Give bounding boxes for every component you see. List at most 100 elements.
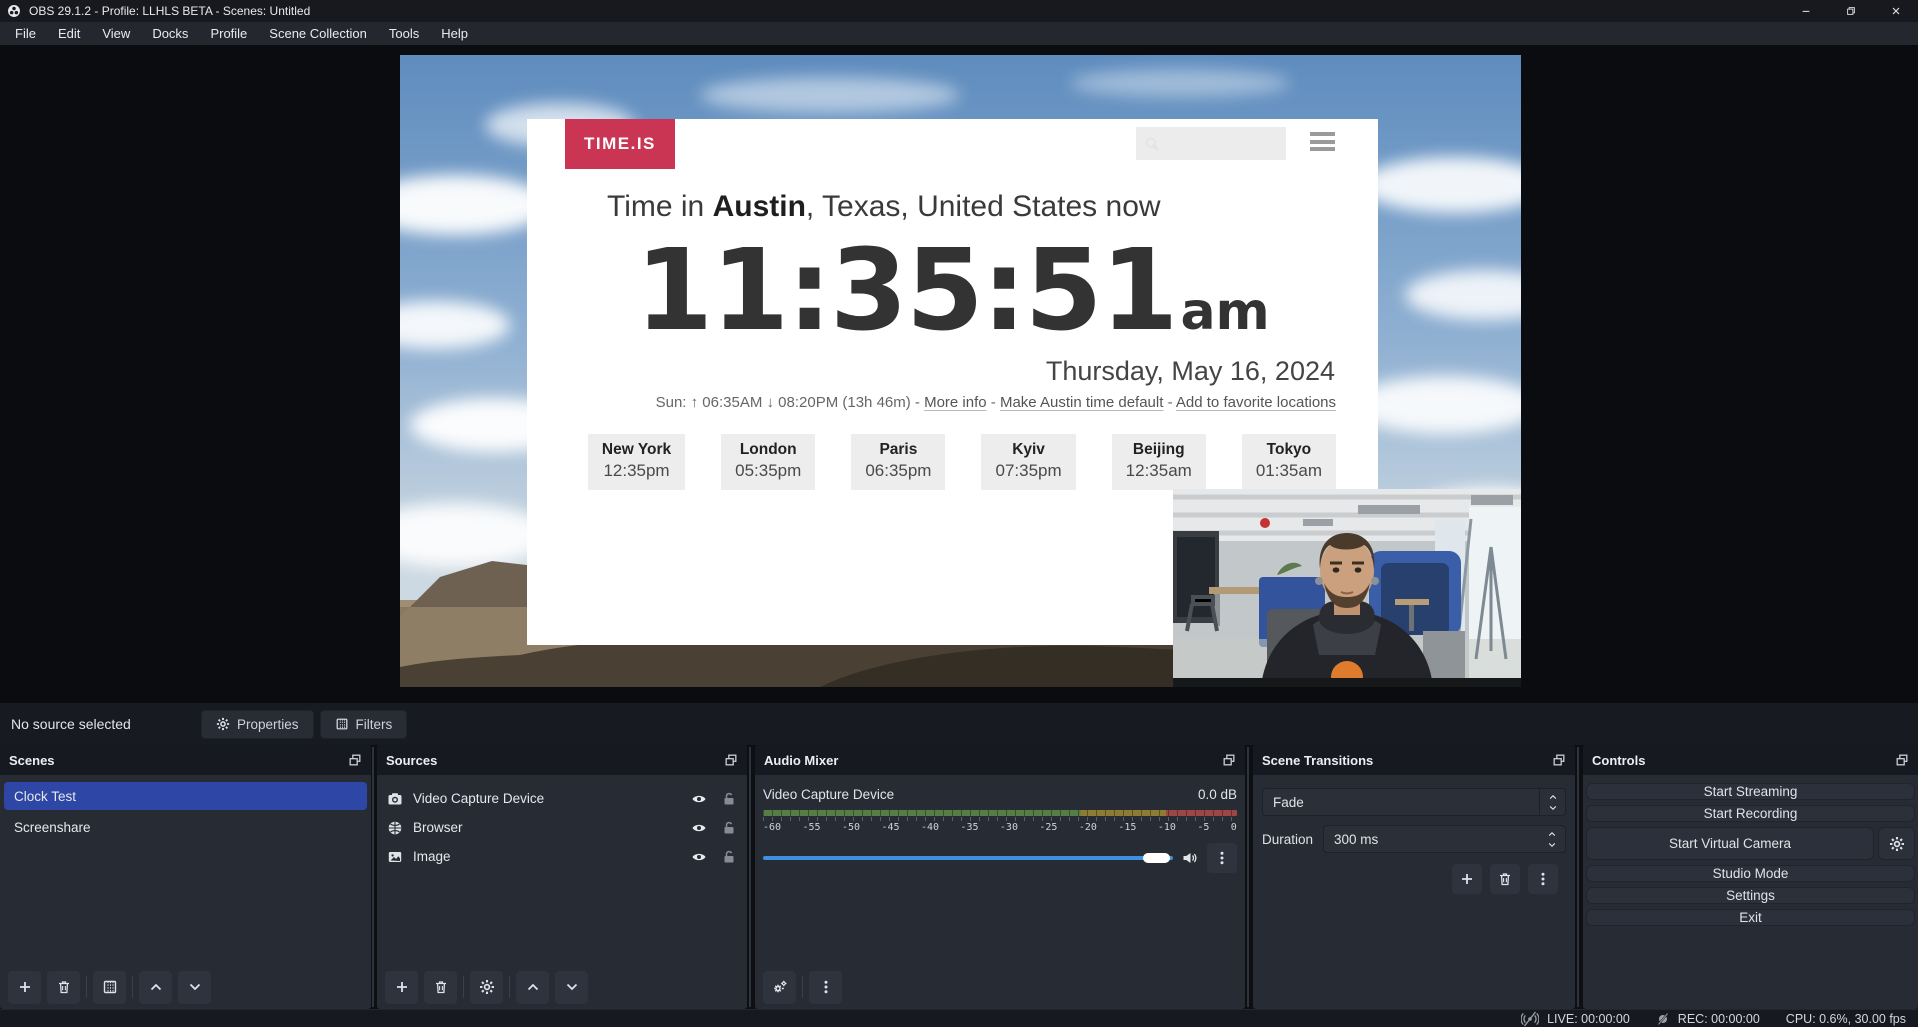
splitter[interactable] xyxy=(1247,747,1249,1007)
virtual-camera-config-button[interactable] xyxy=(1878,827,1915,860)
scene-filters-button[interactable] xyxy=(93,971,126,1004)
timeis-logo[interactable]: TIME.IS xyxy=(565,119,675,169)
start-recording-button[interactable]: Start Recording xyxy=(1586,805,1915,822)
menu-edit[interactable]: Edit xyxy=(47,22,91,45)
scene-transitions-panel: Scene Transitions Fade Duration 300 ms xyxy=(1253,745,1575,1009)
hamburger-menu-icon[interactable] xyxy=(1310,132,1335,151)
menu-docks[interactable]: Docks xyxy=(141,22,199,45)
properties-button[interactable]: Properties xyxy=(201,710,314,739)
restore-button[interactable] xyxy=(1828,0,1873,22)
source-item-image[interactable]: Image xyxy=(377,842,747,871)
city-card-kyiv[interactable]: Kyiv07:35pm xyxy=(981,434,1075,490)
start-virtual-camera-button[interactable]: Start Virtual Camera xyxy=(1586,827,1874,860)
volume-slider-handle[interactable] xyxy=(1143,853,1170,863)
favorite-locations-link[interactable]: Add to favorite locations xyxy=(1176,394,1336,411)
sun-info-row: Sun: ↑ 06:35AM ↓ 08:20PM (13h 46m) - Mor… xyxy=(569,394,1336,411)
add-scene-button[interactable] xyxy=(8,971,41,1004)
add-source-button[interactable] xyxy=(385,971,418,1004)
lock-icon[interactable] xyxy=(721,820,737,836)
remove-scene-button[interactable] xyxy=(47,971,80,1004)
scenes-panel-header[interactable]: Scenes xyxy=(0,745,371,775)
duration-spinbox[interactable]: 300 ms xyxy=(1323,825,1566,853)
lock-icon[interactable] xyxy=(721,849,737,865)
settings-button[interactable]: Settings xyxy=(1586,887,1915,904)
move-source-up-button[interactable] xyxy=(516,971,549,1004)
visibility-eye-icon[interactable] xyxy=(691,849,707,865)
splitter[interactable] xyxy=(749,747,751,1007)
minimize-button[interactable] xyxy=(1783,0,1828,22)
popout-icon[interactable] xyxy=(1552,753,1566,767)
popout-icon[interactable] xyxy=(1895,753,1909,767)
sources-toolbar xyxy=(377,965,747,1009)
toolbar-separator xyxy=(86,976,87,998)
popout-icon[interactable] xyxy=(724,753,738,767)
splitter[interactable] xyxy=(372,747,374,1007)
move-scene-down-button[interactable] xyxy=(178,971,211,1004)
scene-item-clock-test[interactable]: Clock Test xyxy=(4,782,367,810)
city-card-beijing[interactable]: Beijing12:35am xyxy=(1112,434,1206,490)
source-item-browser[interactable]: Browser xyxy=(377,813,747,842)
program-canvas[interactable]: TIME.IS Time in Austin, Texas, United St… xyxy=(400,55,1521,687)
city-card-tokyo[interactable]: Tokyo01:35am xyxy=(1242,434,1336,490)
splitter[interactable] xyxy=(1577,747,1579,1007)
scene-item-screenshare[interactable]: Screenshare xyxy=(4,813,367,841)
make-default-link[interactable]: Make Austin time default xyxy=(1000,394,1163,411)
scenes-panel: Scenes Clock Test Screenshare xyxy=(0,745,371,1009)
globe-icon xyxy=(387,820,403,836)
audio-mixer-header[interactable]: Audio Mixer xyxy=(755,745,1245,775)
advanced-audio-button[interactable] xyxy=(763,971,796,1004)
menu-file[interactable]: File xyxy=(4,22,47,45)
scene-list: Clock Test Screenshare xyxy=(0,775,371,841)
speaker-mute-icon[interactable] xyxy=(1182,850,1198,866)
volume-slider[interactable] xyxy=(763,856,1173,860)
mixer-options-button[interactable] xyxy=(809,971,842,1004)
studio-mode-button[interactable]: Studio Mode xyxy=(1586,865,1915,882)
filters-button[interactable]: Filters xyxy=(320,710,408,739)
sources-panel-header[interactable]: Sources xyxy=(377,745,747,775)
duration-label: Duration xyxy=(1262,832,1313,847)
visibility-eye-icon[interactable] xyxy=(691,791,707,807)
spin-arrows[interactable] xyxy=(1539,826,1565,852)
search-input[interactable] xyxy=(1136,127,1286,160)
webcam-video-source[interactable] xyxy=(1173,489,1521,687)
lock-icon[interactable] xyxy=(721,791,737,807)
city-card-london[interactable]: London05:35pm xyxy=(721,434,815,490)
obs-main-window: OBS 29.1.2 - Profile: LLHLS BETA - Scene… xyxy=(0,0,1918,1027)
city-card-new-york[interactable]: New York12:35pm xyxy=(588,434,685,490)
transitions-header[interactable]: Scene Transitions xyxy=(1253,745,1575,775)
scenes-toolbar xyxy=(0,965,371,1009)
exit-button[interactable]: Exit xyxy=(1586,909,1915,926)
menu-scene-collection[interactable]: Scene Collection xyxy=(258,22,378,45)
stream-inactive-icon xyxy=(1521,1011,1539,1027)
visibility-eye-icon[interactable] xyxy=(691,820,707,836)
channel-options-button[interactable] xyxy=(1207,843,1237,873)
popout-icon[interactable] xyxy=(348,753,362,767)
add-transition-button[interactable] xyxy=(1452,864,1482,894)
move-source-down-button[interactable] xyxy=(555,971,588,1004)
source-item-video-capture[interactable]: Video Capture Device xyxy=(377,784,747,813)
window-title: OBS 29.1.2 - Profile: LLHLS BETA - Scene… xyxy=(29,4,310,18)
menu-view[interactable]: View xyxy=(91,22,141,45)
menu-tools[interactable]: Tools xyxy=(378,22,430,45)
controls-header[interactable]: Controls xyxy=(1583,745,1918,775)
more-info-link[interactable]: More info xyxy=(924,394,987,411)
transition-options-button[interactable] xyxy=(1528,864,1558,894)
gear-icon xyxy=(1889,836,1905,852)
title-bar: OBS 29.1.2 - Profile: LLHLS BETA - Scene… xyxy=(0,0,1918,22)
city-card-paris[interactable]: Paris06:35pm xyxy=(851,434,945,490)
select-arrows[interactable] xyxy=(1539,789,1565,815)
city-name-bold: Austin xyxy=(713,190,806,223)
move-scene-up-button[interactable] xyxy=(139,971,172,1004)
popout-icon[interactable] xyxy=(1222,753,1236,767)
start-streaming-button[interactable]: Start Streaming xyxy=(1586,783,1915,800)
page-title: Time in Austin, Texas, United States now xyxy=(607,190,1336,224)
remove-source-button[interactable] xyxy=(424,971,457,1004)
transition-select[interactable]: Fade xyxy=(1262,788,1566,816)
close-button[interactable] xyxy=(1873,0,1918,22)
menu-help[interactable]: Help xyxy=(430,22,479,45)
remove-transition-button[interactable] xyxy=(1490,864,1520,894)
current-date: Thursday, May 16, 2024 xyxy=(569,356,1336,387)
source-properties-button[interactable] xyxy=(470,971,503,1004)
clock-meridiem: am xyxy=(1180,282,1269,342)
menu-profile[interactable]: Profile xyxy=(199,22,258,45)
